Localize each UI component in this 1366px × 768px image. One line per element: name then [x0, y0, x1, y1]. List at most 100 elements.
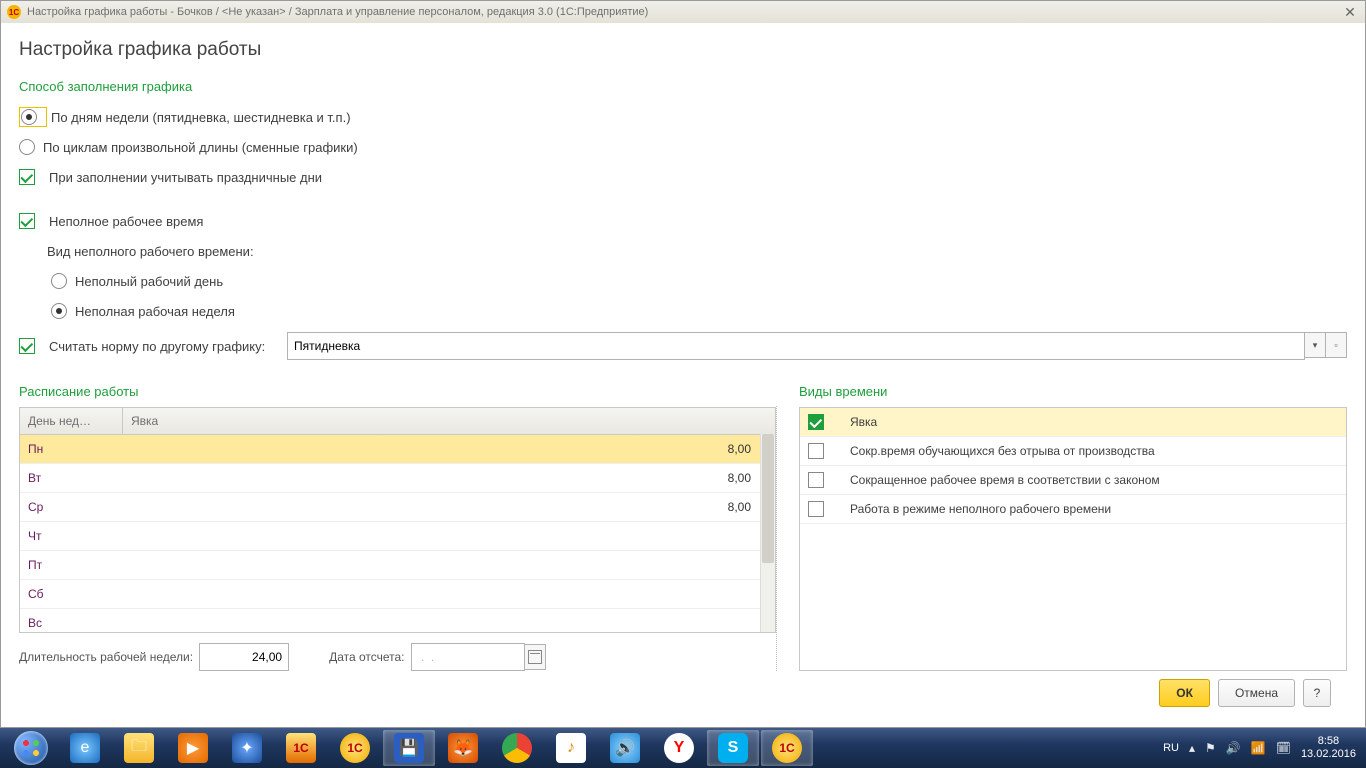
taskbar-item-chrome[interactable] — [491, 730, 543, 766]
timetype-checkbox[interactable] — [808, 414, 824, 430]
checkbox-norm-other[interactable] — [19, 338, 35, 354]
list-item[interactable]: Явка — [800, 408, 1346, 437]
cell-day: Сб — [20, 587, 122, 601]
radio-by-weekdays[interactable] — [21, 109, 37, 125]
taskbar-item-1c-running[interactable]: 1C — [761, 730, 813, 766]
timetype-checkbox[interactable] — [808, 443, 824, 459]
schedule-scrollbar[interactable] — [760, 434, 775, 632]
table-row[interactable]: Чт — [20, 522, 775, 551]
1c-icon: 1C — [772, 733, 802, 763]
timetype-checkbox[interactable] — [808, 501, 824, 517]
taskbar-item-save[interactable]: 💾 — [383, 730, 435, 766]
tray-show-hidden-icon[interactable]: ▴ — [1189, 741, 1195, 755]
schedule-table[interactable]: День нед… Явка Пн8,00Вт8,00Ср8,00ЧтПтСбВ… — [19, 407, 776, 633]
chrome-icon — [502, 733, 532, 763]
windows-logo-icon — [14, 731, 48, 765]
schedule-col-day[interactable]: День нед… — [20, 408, 123, 434]
1c-icon: 1C — [286, 733, 316, 763]
1c-icon: 1C — [340, 733, 370, 763]
skype-icon: S — [718, 733, 748, 763]
taskbar-item-explorer[interactable]: 🗀 — [113, 730, 165, 766]
app-logo-icon: 1C — [7, 5, 21, 19]
radio-part-day[interactable] — [51, 273, 67, 289]
ok-button[interactable]: ОК — [1159, 679, 1210, 707]
week-length-input[interactable] — [199, 643, 289, 671]
section-timetypes-heading: Виды времени — [799, 384, 1347, 399]
cell-value: 8,00 — [122, 500, 775, 514]
table-row[interactable]: Вс — [20, 609, 775, 632]
taskbar-item-mediaplayer[interactable]: ▶ — [167, 730, 219, 766]
cell-day: Ср — [20, 500, 122, 514]
cell-value: 8,00 — [122, 442, 775, 456]
table-row[interactable]: Пт — [20, 551, 775, 580]
taskbar-item-app1[interactable]: ✦ — [221, 730, 273, 766]
ie-icon: e — [70, 733, 100, 763]
taskbar-item-skype[interactable]: S — [707, 730, 759, 766]
radio-by-cycles[interactable] — [19, 139, 35, 155]
panel-splitter[interactable] — [776, 406, 781, 671]
table-row[interactable]: Вт8,00 — [20, 464, 775, 493]
tray-network-icon[interactable]: 📶 — [1251, 741, 1266, 755]
parttime-kind-label: Вид неполного рабочего времени: — [47, 244, 254, 259]
timetype-label: Работа в режиме неполного рабочего време… — [840, 502, 1346, 516]
timetypes-table[interactable]: Явка Сокр.время обучающихся без отрыва от… — [799, 407, 1347, 671]
timetype-label: Явка — [840, 415, 1346, 429]
table-row[interactable]: Ср8,00 — [20, 493, 775, 522]
taskbar-item-ie[interactable]: e — [59, 730, 111, 766]
checkbox-holidays[interactable] — [19, 169, 35, 185]
tray-battery-icon[interactable]: 🗓 — [1276, 741, 1291, 755]
timetypes-panel: Виды времени Явка Сокр.время обучающихся … — [799, 380, 1347, 671]
radio-by-cycles-label: По циклам произвольной длины (сменные гр… — [43, 140, 358, 155]
checkbox-parttime[interactable] — [19, 213, 35, 229]
taskbar-item-music[interactable]: ♪ — [545, 730, 597, 766]
timetype-checkbox[interactable] — [808, 472, 824, 488]
radio-part-week[interactable] — [51, 303, 67, 319]
app-window: 1C Настройка графика работы - Бочков / <… — [0, 0, 1366, 728]
calendar-icon — [528, 650, 542, 664]
schedule-col-attendance[interactable]: Явка — [123, 408, 775, 434]
tray-language[interactable]: RU — [1163, 742, 1179, 754]
help-button[interactable]: ? — [1303, 679, 1331, 707]
taskbar-item-firefox[interactable]: 🦊 — [437, 730, 489, 766]
start-button[interactable] — [4, 728, 58, 768]
firefox-icon: 🦊 — [448, 733, 478, 763]
section-schedule-heading: Расписание работы — [19, 384, 776, 399]
yandex-icon: Y — [664, 733, 694, 763]
cell-day: Вт — [20, 471, 122, 485]
tray-clock[interactable]: 8:58 13.02.2016 — [1301, 735, 1356, 761]
checkbox-parttime-label: Неполное рабочее время — [49, 214, 203, 229]
titlebar: 1C Настройка графика работы - Бочков / <… — [1, 1, 1365, 23]
norm-graph-dropdown-button[interactable]: ▾ — [1305, 332, 1326, 358]
cancel-button[interactable]: Отмена — [1218, 679, 1295, 707]
taskbar-item-1c[interactable]: 1C — [329, 730, 381, 766]
taskbar-item-yandex[interactable]: Y — [653, 730, 705, 766]
list-item[interactable]: Сокращенное рабочее время в соответствии… — [800, 466, 1346, 495]
music-icon: ♪ — [556, 733, 586, 763]
folder-icon: 🗀 — [124, 733, 154, 763]
ref-date-label: Дата отсчета: — [329, 650, 404, 664]
tray-flag-icon[interactable]: ⚑ — [1205, 741, 1216, 755]
radio-part-day-label: Неполный рабочий день — [75, 274, 223, 289]
table-row[interactable]: Сб — [20, 580, 775, 609]
taskbar-item-1c-alt[interactable]: 1C — [275, 730, 327, 766]
radio-part-week-label: Неполная рабочая неделя — [75, 304, 235, 319]
system-tray[interactable]: RU ▴ ⚑ 🔊 📶 🗓 8:58 13.02.2016 — [1163, 735, 1362, 761]
list-item[interactable]: Сокр.время обучающихся без отрыва от про… — [800, 437, 1346, 466]
schedule-panel: Расписание работы День нед… Явка Пн8,00В… — [19, 380, 776, 671]
taskbar[interactable]: e 🗀 ▶ ✦ 1C 1C 💾 🦊 ♪ 🔊 Y S 1C RU ▴ ⚑ 🔊 📶 … — [0, 728, 1366, 768]
list-item[interactable]: Работа в режиме неполного рабочего време… — [800, 495, 1346, 524]
norm-graph-select[interactable] — [287, 332, 1305, 360]
ref-date-picker-button[interactable] — [525, 644, 546, 670]
ref-date-input[interactable] — [411, 643, 525, 671]
app-icon: ✦ — [232, 733, 262, 763]
window-close-button[interactable]: ✕ — [1341, 4, 1359, 20]
table-row[interactable]: Пн8,00 — [20, 435, 775, 464]
taskbar-item-audio[interactable]: 🔊 — [599, 730, 651, 766]
tray-volume-icon[interactable]: 🔊 — [1226, 741, 1241, 755]
checkbox-holidays-label: При заполнении учитывать праздничные дни — [49, 170, 322, 185]
page-title: Настройка графика работы — [19, 39, 1347, 61]
norm-graph-open-button[interactable]: ▫ — [1326, 332, 1347, 358]
speaker-icon: 🔊 — [610, 733, 640, 763]
week-length-label: Длительность рабочей недели: — [19, 650, 193, 664]
mediaplayer-icon: ▶ — [178, 733, 208, 763]
